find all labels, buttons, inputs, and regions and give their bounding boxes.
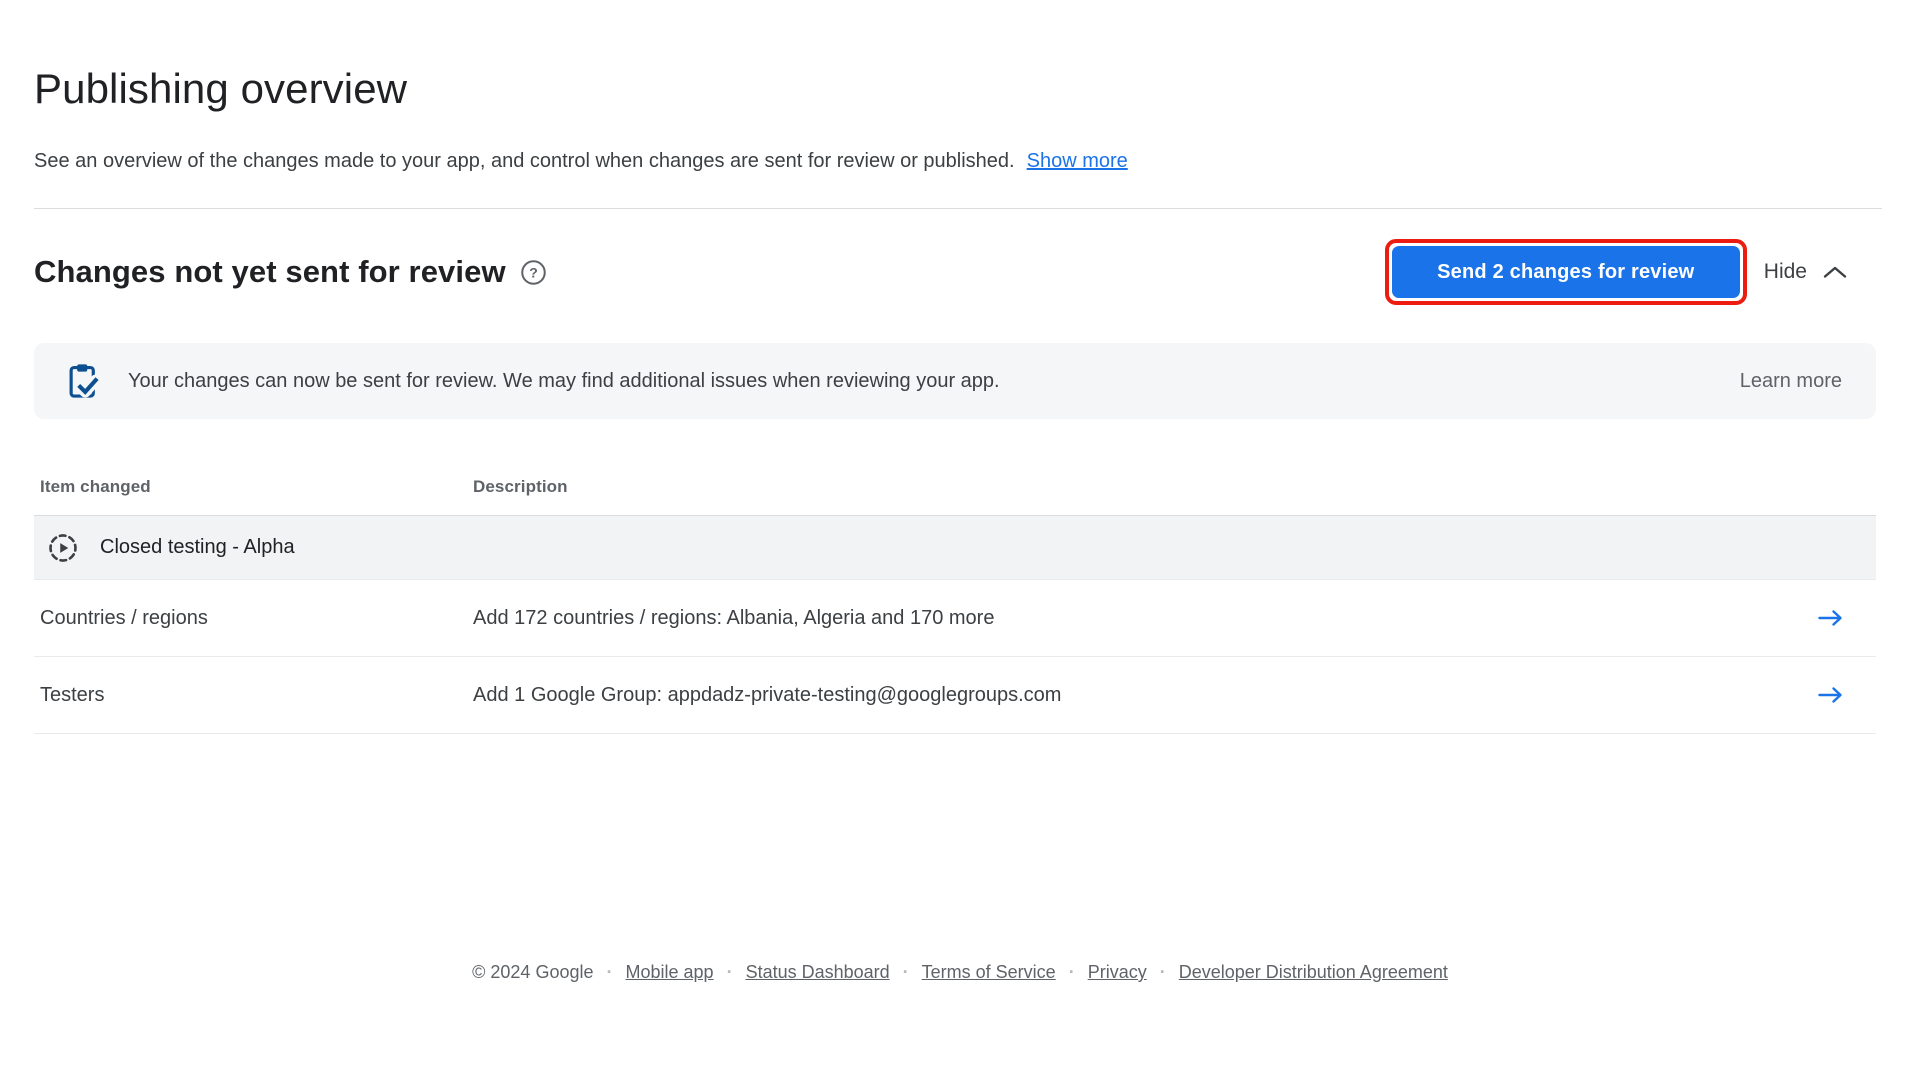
arrow-right-icon[interactable] xyxy=(1806,609,1876,627)
table-row-testers[interactable]: Testers Add 1 Google Group: appdadz-priv… xyxy=(34,657,1876,734)
changes-table: Item changed Description Closed testing … xyxy=(34,477,1876,734)
arrow-right-icon[interactable] xyxy=(1806,686,1876,704)
item-changed-cell: Testers xyxy=(40,684,473,707)
section-header-row: Changes not yet sent for review ? Send 2… xyxy=(34,239,1876,305)
page-footer: © 2024 Google · Mobile app · Status Dashboar… xyxy=(0,962,1920,983)
show-more-link[interactable]: Show more xyxy=(1027,150,1128,172)
send-changes-for-review-button[interactable]: Send 2 changes for review xyxy=(1392,246,1740,298)
page-subtitle-row: See an overview of the changes made to y… xyxy=(34,148,1876,174)
publishing-overview-page: Publishing overview See an overview of t… xyxy=(0,64,1920,734)
table-header-row: Item changed Description xyxy=(34,477,1876,516)
hide-section-button[interactable]: Hide xyxy=(1764,260,1848,284)
footer-link-mobile-app[interactable]: Mobile app xyxy=(626,962,714,982)
chevron-up-icon xyxy=(1822,265,1848,279)
footer-separator: · xyxy=(903,962,909,983)
page-title: Publishing overview xyxy=(34,64,1876,114)
footer-separator: · xyxy=(1069,962,1075,983)
footer-separator: · xyxy=(1160,962,1166,983)
section-heading: Changes not yet sent for review xyxy=(34,252,506,292)
description-cell: Add 172 countries / regions: Albania, Al… xyxy=(473,607,1806,630)
footer-link-terms-of-service[interactable]: Terms of Service xyxy=(922,962,1056,982)
column-header-item-changed: Item changed xyxy=(40,477,473,497)
hide-label: Hide xyxy=(1764,260,1807,284)
track-group-label: Closed testing - Alpha xyxy=(100,536,295,559)
closed-testing-track-icon xyxy=(48,533,78,563)
section-actions: Send 2 changes for review Hide xyxy=(1385,239,1848,305)
copyright-text: © 2024 Google xyxy=(472,962,593,982)
annotation-highlight: Send 2 changes for review xyxy=(1385,239,1747,305)
table-row-countries-regions[interactable]: Countries / regions Add 172 countries / … xyxy=(34,580,1876,657)
footer-separator: · xyxy=(607,962,613,983)
learn-more-link[interactable]: Learn more xyxy=(1740,370,1842,393)
clipboard-check-icon xyxy=(64,361,102,401)
item-changed-cell: Countries / regions xyxy=(40,607,473,630)
column-header-description: Description xyxy=(473,477,1806,497)
footer-link-privacy[interactable]: Privacy xyxy=(1088,962,1147,982)
footer-link-developer-distribution-agreement[interactable]: Developer Distribution Agreement xyxy=(1179,962,1448,982)
footer-separator: · xyxy=(727,962,733,983)
banner-message: Your changes can now be sent for review.… xyxy=(128,370,1000,393)
footer-link-status-dashboard[interactable]: Status Dashboard xyxy=(746,962,890,982)
header-divider xyxy=(34,208,1882,209)
description-cell: Add 1 Google Group: appdadz-private-test… xyxy=(473,684,1806,707)
page-subtitle: See an overview of the changes made to y… xyxy=(34,150,1015,172)
track-group-row: Closed testing - Alpha xyxy=(34,516,1876,580)
send-changes-button-label: Send 2 changes for review xyxy=(1437,261,1694,284)
review-ready-banner: Your changes can now be sent for review.… xyxy=(34,343,1876,419)
svg-text:?: ? xyxy=(529,264,538,280)
help-icon[interactable]: ? xyxy=(520,259,547,286)
